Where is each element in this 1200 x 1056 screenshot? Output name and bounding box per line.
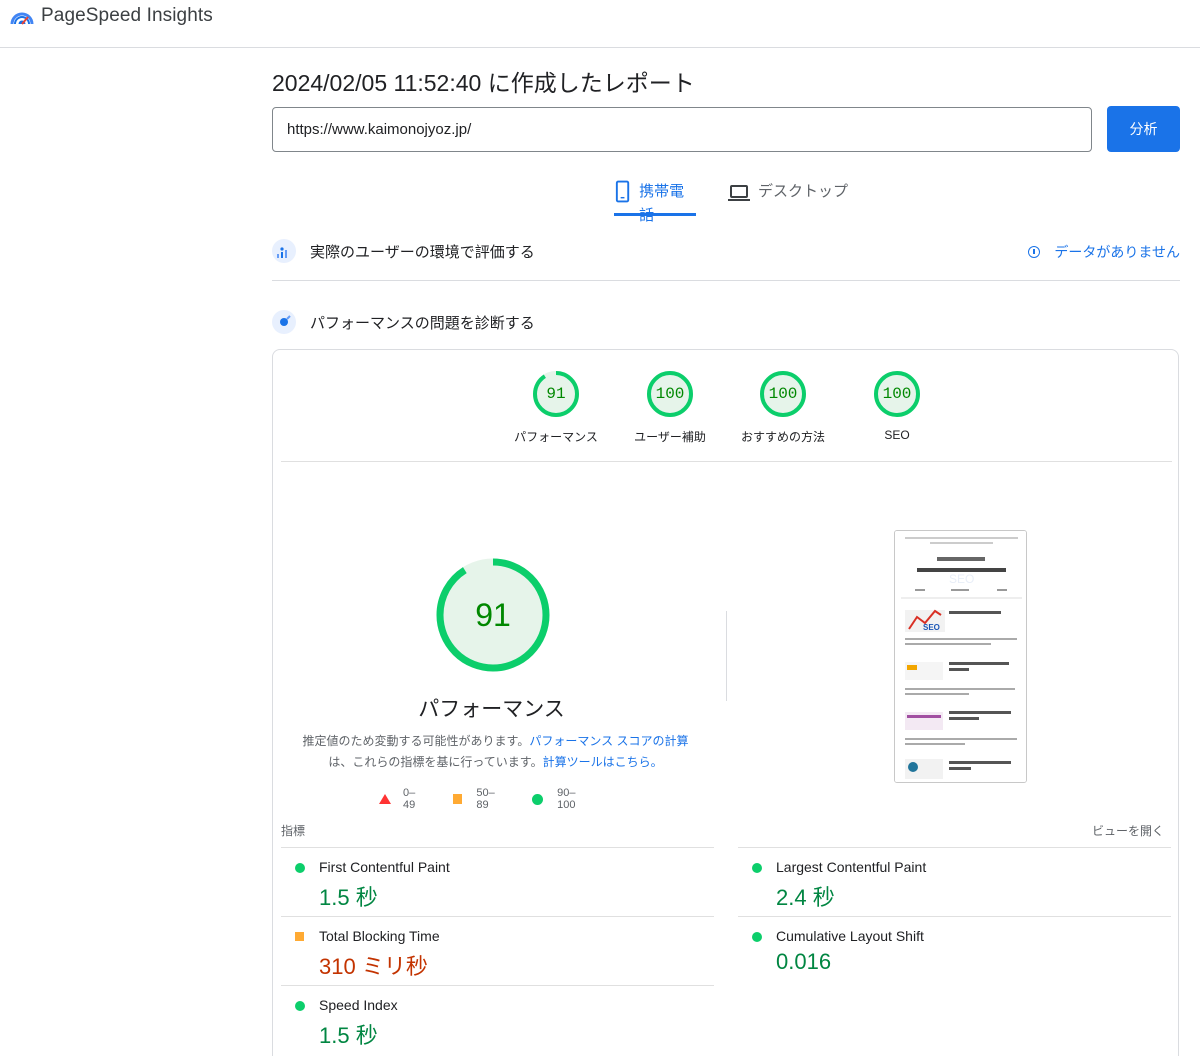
gauge-seo-label: SEO <box>884 428 910 442</box>
tab-mobile[interactable]: 携帯電話 <box>614 180 696 224</box>
score-calc-link[interactable]: パフォーマンス スコアの計算 <box>529 734 688 748</box>
gauge-performance-label: パフォーマンス <box>514 430 598 444</box>
metric-cls-name: Cumulative Layout Shift <box>776 928 924 944</box>
gauge-accessibility[interactable]: 100 ユーザー補助 <box>615 370 725 445</box>
gauge-best-practices-score: 100 <box>768 385 798 403</box>
report-title: 2024/02/05 11:52:40 に作成したレポート <box>272 70 695 96</box>
vertical-separator <box>726 611 727 701</box>
tab-desktop[interactable]: デスクトップ <box>728 180 848 216</box>
no-data-label: データがありません <box>1054 244 1180 260</box>
calculator-link[interactable]: 計算ツールはこちら。 <box>543 755 663 769</box>
metric-tbt: Total Blocking Time 310 ミリ秒 <box>281 916 714 985</box>
pagespeed-logo-icon[interactable] <box>10 4 34 28</box>
desc-text-2: は、これらの指標を基に行っています。 <box>328 755 543 769</box>
svg-text:SEO: SEO <box>923 623 940 632</box>
lab-data-title: パフォーマンスの問題を診断する <box>310 314 535 332</box>
report-card: 91 パフォーマンス 100 ユーザー補助 100 おすすめの方法 100 SE… <box>272 349 1179 1056</box>
tab-mobile-label: 携帯電話 <box>639 183 685 224</box>
metrics-header: 指標 ビューを開く <box>281 822 1164 839</box>
category-gauges: 91 パフォーマンス 100 ユーザー補助 100 おすすめの方法 100 SE… <box>273 370 1180 460</box>
phone-icon <box>615 180 630 203</box>
gauge-performance[interactable]: 91 パフォーマンス <box>501 370 611 445</box>
gauge-seo-score: 100 <box>882 385 912 403</box>
performance-big-label: パフォーマンス <box>418 698 565 721</box>
metric-lcp-name: Largest Contentful Paint <box>776 859 927 875</box>
lab-data-section[interactable]: パフォーマンスの問題を診断する <box>272 302 1180 342</box>
url-input[interactable]: https://www.kaimonojyoz.jp/ <box>272 107 1092 152</box>
metric-si-value: 1.5 秒 <box>319 1023 378 1048</box>
gauge-accessibility-score: 100 <box>655 385 685 403</box>
lab-data-icon <box>272 310 296 334</box>
average-square-icon <box>452 794 463 804</box>
metric-tbt-value: 310 ミリ秒 <box>319 954 428 979</box>
metrics-title: 指標 <box>281 824 306 838</box>
metric-lcp: Largest Contentful Paint 2.4 秒 <box>738 847 1171 916</box>
metric-lcp-value: 2.4 秒 <box>776 885 835 910</box>
legend-average: 50–89 <box>476 787 495 811</box>
metric-cls: Cumulative Layout Shift 0.016 <box>738 916 1171 985</box>
gauge-seo[interactable]: 100 SEO <box>842 370 952 442</box>
field-data-icon <box>272 239 296 263</box>
pass-circle-icon <box>295 1001 305 1011</box>
tab-desktop-label: デスクトップ <box>758 183 849 200</box>
score-legend: 0–49 50–89 90–100 <box>379 787 619 811</box>
performance-big-score: 91 <box>475 597 511 633</box>
section-divider <box>272 280 1180 281</box>
top-bar: PageSpeed Insights <box>0 0 1200 48</box>
performance-description: 推定値のため変動する可能性があります。パフォーマンス スコアの計算 は、これらの… <box>293 731 698 773</box>
pass-circle-icon <box>295 863 305 873</box>
no-data-link[interactable]: データがありません <box>1028 242 1180 262</box>
brand-name[interactable]: PageSpeed Insights <box>41 5 213 27</box>
metric-fcp: First Contentful Paint 1.5 秒 <box>281 847 714 916</box>
gauge-performance-score: 91 <box>546 385 566 403</box>
analyze-button[interactable]: 分析 <box>1107 106 1180 152</box>
metric-fcp-value: 1.5 秒 <box>319 885 378 910</box>
average-square-icon <box>295 932 304 941</box>
info-icon <box>1028 246 1041 258</box>
svg-text:SEO: SEO <box>949 572 974 586</box>
fail-triangle-icon <box>379 794 391 804</box>
laptop-icon <box>728 185 750 201</box>
pass-circle-icon <box>532 793 544 805</box>
desc-text-1: 推定値のため変動する可能性があります。 <box>302 734 530 748</box>
metric-si-name: Speed Index <box>319 997 398 1013</box>
pass-circle-icon <box>752 863 762 873</box>
pass-circle-icon <box>752 932 762 942</box>
gauge-accessibility-label: ユーザー補助 <box>634 430 706 444</box>
gauge-best-practices[interactable]: 100 おすすめの方法 <box>728 370 838 445</box>
metric-cls-value: 0.016 <box>776 949 832 974</box>
gauge-divider <box>281 461 1172 462</box>
legend-pass: 90–100 <box>557 787 576 811</box>
gauge-best-practices-label: おすすめの方法 <box>740 430 825 444</box>
metric-si: Speed Index 1.5 秒 <box>281 985 714 1054</box>
metric-tbt-name: Total Blocking Time <box>319 928 440 944</box>
metric-fcp-name: First Contentful Paint <box>319 859 450 875</box>
field-data-title: 実際のユーザーの環境で評価する <box>310 243 535 261</box>
expand-view-button[interactable]: ビューを開く <box>1092 822 1164 839</box>
page-screenshot[interactable]: SEO SEO <box>894 530 1027 783</box>
legend-fail: 0–49 <box>403 787 416 811</box>
